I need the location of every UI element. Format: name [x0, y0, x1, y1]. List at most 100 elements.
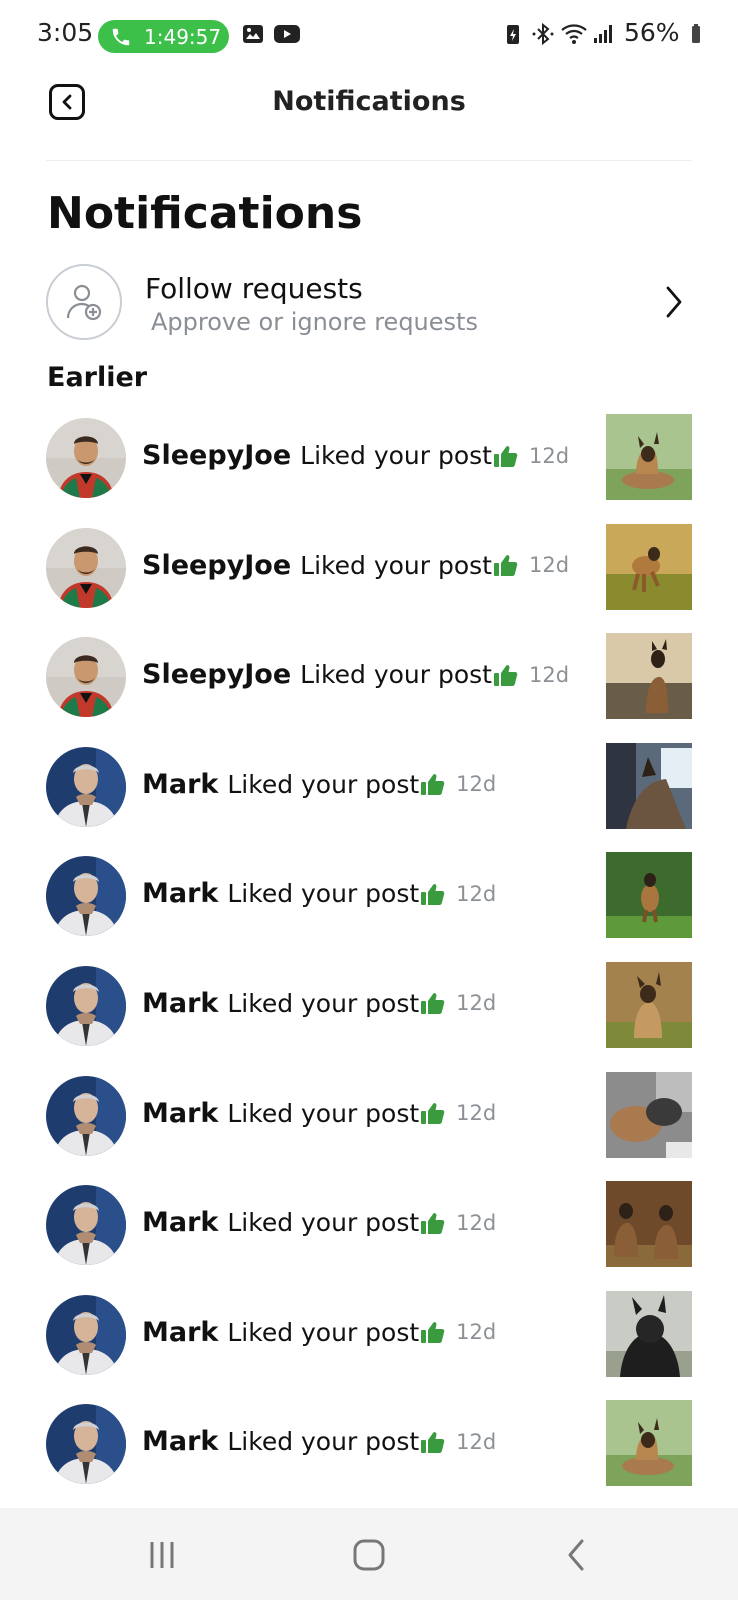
post-thumbnail[interactable] [606, 961, 692, 1048]
notification-time: 12d [456, 1101, 497, 1126]
notification-username[interactable]: SleepyJoe [142, 440, 291, 471]
notification-row[interactable]: SleepyJoe Liked your post 12d [0, 522, 738, 632]
notification-username[interactable]: Mark [142, 878, 218, 909]
post-thumbnail[interactable] [606, 742, 692, 829]
status-bar: 3:05 1:49:57 56% [0, 0, 738, 72]
notification-row[interactable]: SleepyJoe Liked your post 12d [0, 631, 738, 741]
post-thumbnail[interactable] [606, 414, 692, 500]
chevron-right-icon [666, 286, 682, 318]
notification-username[interactable]: Mark [142, 1317, 218, 1348]
thumbs-up-icon [421, 1322, 445, 1344]
header-title: Notifications [272, 86, 466, 117]
notification-username[interactable]: Mark [142, 1426, 218, 1457]
notification-time: 12d [456, 881, 497, 906]
avatar[interactable] [46, 1185, 126, 1266]
avatar[interactable] [46, 746, 126, 827]
thumbs-up-icon [493, 445, 518, 467]
notification-text: Mark Liked your post 12d [142, 988, 496, 1019]
notification-row[interactable]: Mark Liked your post 12d [0, 1289, 738, 1399]
notification-text: Mark Liked your post 12d [142, 1317, 496, 1348]
avatar[interactable] [46, 637, 126, 718]
post-thumbnail[interactable] [606, 852, 692, 939]
post-thumbnail[interactable] [606, 1400, 692, 1487]
notification-text: Mark Liked your post 12d [142, 1207, 496, 1238]
notification-username[interactable]: SleepyJoe [142, 659, 291, 690]
notifications-list: SleepyJoe Liked your post 12d SleepyJoe Li… [0, 412, 738, 1508]
notification-time: 12d [528, 443, 570, 468]
notification-row[interactable]: Mark Liked your post 12d [0, 1070, 738, 1180]
notification-username[interactable]: SleepyJoe [142, 550, 291, 581]
status-time: 3:05 [37, 18, 94, 47]
notification-username[interactable]: Mark [142, 988, 218, 1019]
avatar[interactable] [46, 1294, 126, 1375]
avatar[interactable] [46, 1404, 126, 1485]
notification-row[interactable]: Mark Liked your post 12d [0, 1179, 738, 1289]
gallery-icon [243, 25, 263, 43]
notification-message: Liked your post [227, 879, 420, 909]
post-thumbnail[interactable] [606, 1290, 692, 1377]
section-earlier-label: Earlier [47, 362, 148, 393]
post-thumbnail[interactable] [606, 1181, 692, 1268]
avatar[interactable] [46, 1075, 126, 1156]
notification-username[interactable]: Mark [142, 769, 218, 800]
avatar[interactable] [46, 965, 126, 1046]
notification-message: Liked your post [300, 550, 492, 580]
notification-time: 12d [528, 553, 570, 578]
notification-message: Liked your post [300, 441, 492, 470]
battery-saver-icon [507, 25, 519, 44]
notification-text: Mark Liked your post 12d [142, 878, 496, 909]
thumbs-up-icon [493, 555, 518, 577]
home-button[interactable] [339, 1530, 399, 1580]
thumbs-up-icon [493, 664, 518, 686]
post-thumbnail[interactable] [606, 523, 692, 610]
notification-row[interactable]: Mark Liked your post 12d [0, 1398, 738, 1508]
thumbs-up-icon [421, 1432, 445, 1453]
recents-button[interactable] [132, 1530, 192, 1580]
notification-username[interactable]: Mark [142, 1098, 218, 1129]
notification-text: SleepyJoe Liked your post 12d [142, 550, 569, 581]
notification-time: 12d [456, 991, 497, 1016]
header-divider [46, 160, 692, 161]
avatar[interactable] [46, 527, 126, 608]
notification-text: Mark Liked your post 12d [142, 1098, 496, 1129]
follow-requests-title: Follow requests [145, 272, 363, 305]
notification-username[interactable]: Mark [142, 1207, 218, 1238]
signal-icon [594, 25, 612, 43]
notification-time: 12d [456, 1320, 497, 1345]
post-thumbnail[interactable] [606, 633, 692, 720]
post-thumbnail[interactable] [606, 1071, 692, 1158]
thumbs-up-icon [421, 1103, 445, 1125]
notification-time: 12d [456, 772, 497, 797]
notification-row[interactable]: SleepyJoe Liked your post 12d [0, 412, 738, 522]
notification-row[interactable]: Mark Liked your post 12d [0, 741, 738, 851]
call-indicator[interactable]: 1:49:57 [98, 20, 229, 53]
notification-row[interactable]: Mark Liked your post 12d [0, 960, 738, 1070]
notification-message: Liked your post [227, 1208, 420, 1238]
notification-message: Liked your post [227, 769, 420, 799]
avatar[interactable] [46, 418, 126, 498]
notification-text: Mark Liked your post 12d [142, 769, 496, 800]
thumbs-up-icon [421, 884, 445, 905]
add-user-icon [46, 264, 122, 340]
notification-message: Liked your post [227, 1317, 420, 1347]
notification-text: SleepyJoe Liked your post 12d [142, 659, 569, 690]
wifi-icon [561, 24, 587, 44]
notification-text: Mark Liked your post 12d [142, 1426, 496, 1457]
notification-time: 12d [456, 1429, 497, 1454]
avatar[interactable] [46, 856, 126, 937]
home-icon [353, 1539, 385, 1571]
nav-back-button[interactable] [546, 1530, 606, 1580]
notification-message: Liked your post [227, 988, 420, 1018]
youtube-icon [274, 25, 300, 43]
notification-message: Liked your post [300, 660, 492, 690]
notification-time: 12d [528, 662, 570, 687]
notification-message: Liked your post [227, 1098, 420, 1128]
notification-row[interactable]: Mark Liked your post 12d [0, 850, 738, 960]
thumbs-up-icon [421, 1212, 445, 1234]
battery-icon [692, 24, 700, 43]
notification-text: SleepyJoe Liked your post 12d [142, 440, 569, 471]
back-icon [568, 1539, 584, 1571]
thumbs-up-icon [421, 993, 445, 1015]
follow-requests-row[interactable]: Follow requests Approve or ignore reques… [46, 264, 692, 344]
call-timer: 1:49:57 [144, 24, 222, 49]
